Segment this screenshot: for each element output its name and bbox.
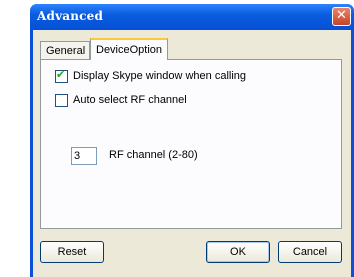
advanced-dialog: Advanced ✕ General DeviceOption ✔ Displa… <box>30 4 354 277</box>
dialog-body: General DeviceOption ✔ Display Skype win… <box>33 30 351 277</box>
checkmark-icon: ✔ <box>56 69 66 81</box>
reset-button[interactable]: Reset <box>40 241 104 263</box>
tab-general[interactable]: General <box>40 41 90 59</box>
close-button[interactable]: ✕ <box>332 7 351 26</box>
deviceoption-panel: ✔ Display Skype window when calling Auto… <box>40 59 342 229</box>
tab-deviceoption[interactable]: DeviceOption <box>90 38 168 60</box>
rf-channel-label: RF channel (2-80) <box>109 149 198 161</box>
auto-select-rf-label: Auto select RF channel <box>73 94 187 106</box>
auto-select-rf-checkbox[interactable] <box>55 94 68 107</box>
ok-button[interactable]: OK <box>206 241 270 263</box>
rf-channel-input[interactable]: 3 <box>71 147 97 165</box>
close-icon: ✕ <box>336 8 347 23</box>
cancel-button[interactable]: Cancel <box>278 241 342 263</box>
display-skype-window-checkbox[interactable]: ✔ <box>55 69 68 83</box>
display-skype-window-label: Display Skype window when calling <box>73 70 247 82</box>
dialog-title: Advanced <box>37 9 104 23</box>
title-bar[interactable]: Advanced ✕ <box>30 4 354 30</box>
